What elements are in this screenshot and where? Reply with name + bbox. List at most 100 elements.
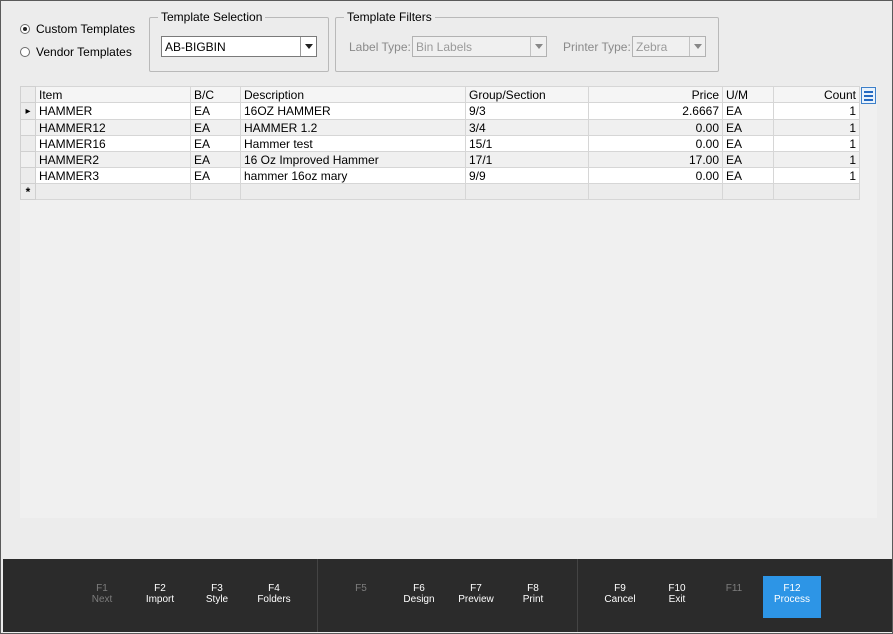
cell-bc[interactable]: EA [190, 135, 241, 152]
cell-um[interactable]: EA [722, 119, 774, 136]
row-selector[interactable] [20, 167, 36, 184]
fkey-label: Exit [668, 594, 686, 605]
column-header-price[interactable]: Price [588, 86, 723, 103]
cell-count[interactable]: 1 [773, 151, 860, 168]
cell-price[interactable]: 0.00 [588, 167, 723, 184]
row-selector-header [20, 86, 36, 103]
cell-item[interactable]: HAMMER [35, 102, 191, 120]
column-chooser-button[interactable] [861, 87, 876, 104]
cell-count[interactable]: 1 [773, 119, 860, 136]
cell-description[interactable] [240, 183, 466, 200]
table-row[interactable]: HAMMER2 EA 16 Oz Improved Hammer 17/1 17… [20, 151, 860, 168]
column-header-count[interactable]: Count [773, 86, 860, 103]
new-row-marker[interactable]: * [20, 183, 36, 200]
function-key-bar: F1 Next F2 Import F3 Style F4 Folders F5… [3, 559, 892, 632]
chevron-down-icon [534, 44, 543, 49]
new-row[interactable]: * [20, 183, 860, 200]
cell-price[interactable]: 0.00 [588, 119, 723, 136]
f2-import-button[interactable]: F2 Import [130, 576, 190, 618]
f6-design-button[interactable]: F6 Design [389, 576, 449, 618]
table-row[interactable]: HAMMER3 EA hammer 16oz mary 9/9 0.00 EA … [20, 167, 860, 184]
fkey-label: Style [205, 594, 229, 605]
cell-item[interactable]: HAMMER12 [35, 119, 191, 136]
f11-button[interactable]: F11 [704, 576, 764, 618]
table-row[interactable]: ▸ HAMMER EA 16OZ HAMMER 9/3 2.6667 EA 1 [20, 102, 860, 120]
cell-price[interactable]: 2.6667 [588, 102, 723, 120]
table-header-row: Item B/C Description Group/Section Price… [20, 86, 860, 103]
table-row[interactable]: HAMMER12 EA HAMMER 1.2 3/4 0.00 EA 1 [20, 119, 860, 136]
cell-bc[interactable] [190, 183, 241, 200]
cell-um[interactable]: EA [722, 151, 774, 168]
printer-type-combo[interactable]: Zebra [632, 36, 706, 57]
cell-group-section[interactable]: 17/1 [465, 151, 589, 168]
cell-count[interactable]: 1 [773, 102, 860, 120]
cell-price[interactable] [588, 183, 723, 200]
cell-price[interactable]: 0.00 [588, 135, 723, 152]
column-header-description[interactable]: Description [240, 86, 466, 103]
current-row-marker[interactable]: ▸ [20, 102, 36, 120]
cell-item[interactable]: HAMMER2 [35, 151, 191, 168]
f12-process-button[interactable]: F12 Process [763, 576, 821, 618]
table-row[interactable]: HAMMER16 EA Hammer test 15/1 0.00 EA 1 [20, 135, 860, 152]
cell-um[interactable]: EA [722, 102, 774, 120]
f9-cancel-button[interactable]: F9 Cancel [590, 576, 650, 618]
row-selector[interactable] [20, 151, 36, 168]
f8-print-button[interactable]: F8 Print [503, 576, 563, 618]
cell-item[interactable]: HAMMER3 [35, 167, 191, 184]
cell-count[interactable]: 1 [773, 167, 860, 184]
printer-type-dropdown-button[interactable] [689, 37, 705, 56]
cell-item[interactable]: HAMMER16 [35, 135, 191, 152]
label-printing-window: Custom Templates Vendor Templates Templa… [0, 0, 893, 634]
cell-description[interactable]: 16 Oz Improved Hammer [240, 151, 466, 168]
cell-um[interactable]: EA [722, 167, 774, 184]
label-type-dropdown-button[interactable] [530, 37, 546, 56]
row-selector[interactable] [20, 135, 36, 152]
cell-group-section[interactable]: 15/1 [465, 135, 589, 152]
fkey-code: F3 [211, 583, 223, 594]
vendor-templates-radio[interactable]: Vendor Templates [20, 45, 132, 59]
fkey-code: F7 [470, 583, 482, 594]
cell-bc[interactable]: EA [190, 151, 241, 168]
template-dropdown-button[interactable] [300, 37, 316, 56]
items-table: Item B/C Description Group/Section Price… [20, 86, 860, 200]
label-type-value: Bin Labels [416, 39, 473, 54]
cell-bc[interactable]: EA [190, 119, 241, 136]
row-selector[interactable] [20, 119, 36, 136]
cell-bc[interactable]: EA [190, 167, 241, 184]
cell-group-section[interactable]: 9/3 [465, 102, 589, 120]
column-header-um[interactable]: U/M [722, 86, 774, 103]
cell-count[interactable]: 1 [773, 135, 860, 152]
cell-um[interactable]: EA [722, 135, 774, 152]
cell-count[interactable] [773, 183, 860, 200]
column-header-group-section[interactable]: Group/Section [465, 86, 589, 103]
cell-item[interactable] [35, 183, 191, 200]
f3-style-button[interactable]: F3 Style [187, 576, 247, 618]
f5-button[interactable]: F5 [331, 576, 391, 618]
fkey-label: Import [145, 594, 175, 605]
f10-exit-button[interactable]: F10 Exit [647, 576, 707, 618]
cell-bc[interactable]: EA [190, 102, 241, 120]
column-header-bc[interactable]: B/C [190, 86, 241, 103]
cell-description[interactable]: Hammer test [240, 135, 466, 152]
label-type-combo[interactable]: Bin Labels [412, 36, 547, 57]
f4-folders-button[interactable]: F4 Folders [244, 576, 304, 618]
cell-price[interactable]: 17.00 [588, 151, 723, 168]
fkey-label: Design [403, 594, 435, 605]
menu-icon-line [864, 98, 873, 101]
fkey-code: F8 [527, 583, 539, 594]
cell-um[interactable] [722, 183, 774, 200]
fkey-divider [577, 559, 578, 632]
cell-group-section[interactable] [465, 183, 589, 200]
cell-description[interactable]: 16OZ HAMMER [240, 102, 466, 120]
template-selection-combo[interactable]: AB-BIGBIN [161, 36, 317, 57]
column-header-item[interactable]: Item [35, 86, 191, 103]
cell-group-section[interactable]: 3/4 [465, 119, 589, 136]
menu-icon-line [864, 94, 873, 97]
f1-next-button[interactable]: F1 Next [72, 576, 132, 618]
cell-description[interactable]: hammer 16oz mary [240, 167, 466, 184]
cell-group-section[interactable]: 9/9 [465, 167, 589, 184]
fkey-label: Cancel [604, 594, 636, 605]
f7-preview-button[interactable]: F7 Preview [446, 576, 506, 618]
custom-templates-radio[interactable]: Custom Templates [20, 22, 135, 36]
cell-description[interactable]: HAMMER 1.2 [240, 119, 466, 136]
